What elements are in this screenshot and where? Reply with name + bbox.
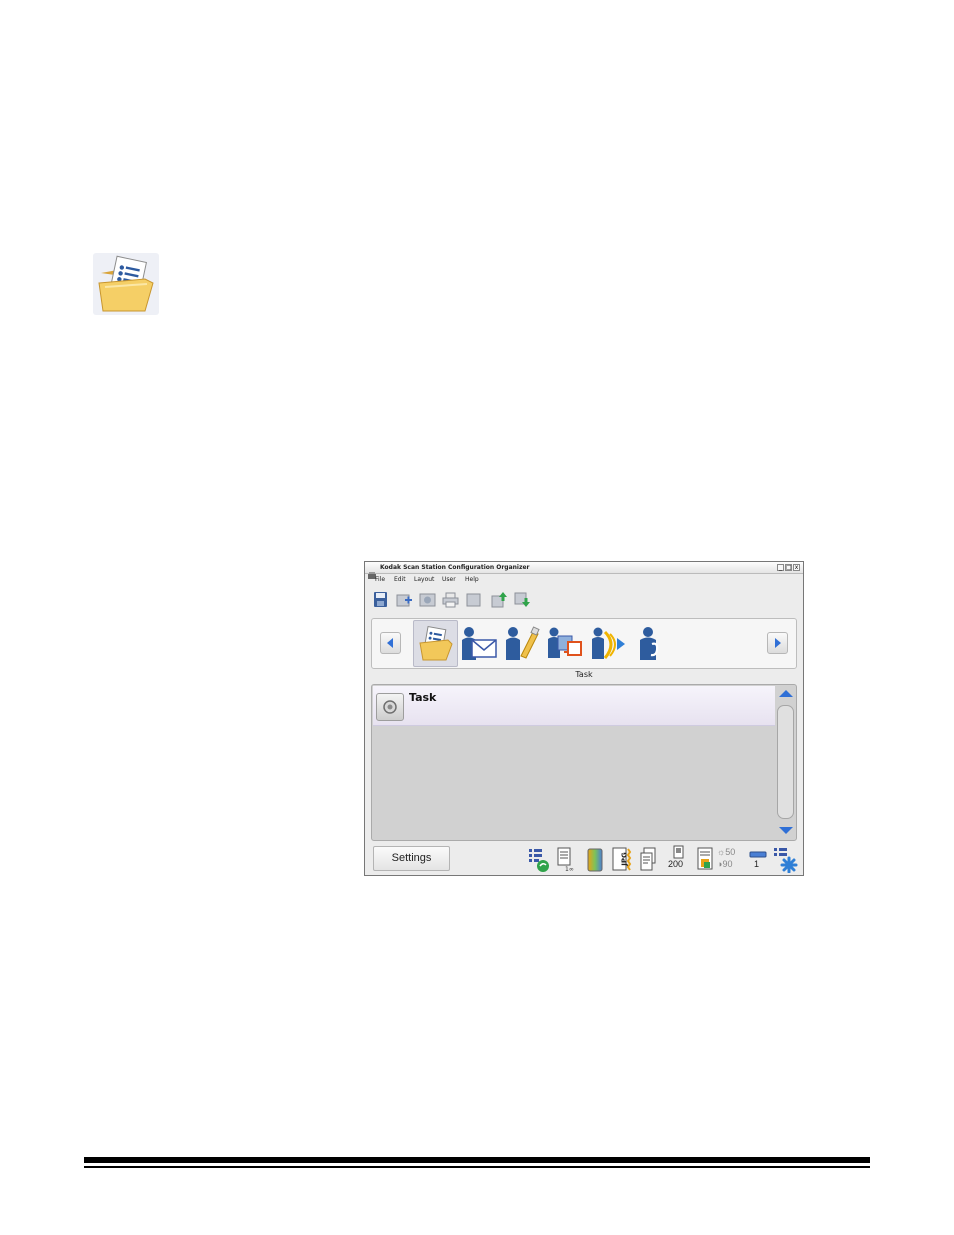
menu-layout[interactable]: Layout xyxy=(414,574,434,585)
usb-user-icon[interactable] xyxy=(501,622,544,665)
menu-file[interactable]: File xyxy=(375,574,385,585)
gear-icon xyxy=(383,700,397,714)
delete-icon[interactable] xyxy=(465,591,482,608)
footer-rule-thin xyxy=(84,1166,870,1168)
minimize-button[interactable]: _ xyxy=(777,564,784,571)
preview-icon[interactable] xyxy=(419,591,436,608)
arrow-down-icon xyxy=(779,827,793,834)
arrow-left-icon xyxy=(387,638,393,648)
scrollbar-track[interactable] xyxy=(777,705,794,819)
fax-user-icon[interactable] xyxy=(587,622,630,665)
svg-text:JPG: JPG xyxy=(621,852,629,867)
configuration-organizer-window: Kodak Scan Station Configuration Organiz… xyxy=(364,561,804,876)
status-bar: Settings 1∞ JPG 200 ☼50 ◑90 1 xyxy=(365,844,803,875)
copies-value: 1 xyxy=(754,859,760,869)
image-adjust-icon[interactable] xyxy=(695,845,715,873)
task-strip xyxy=(371,618,797,669)
arrow-right-icon xyxy=(775,638,781,648)
resolution-value: 200 xyxy=(668,859,684,869)
close-button[interactable]: x xyxy=(793,564,800,571)
scroll-up-button[interactable] xyxy=(776,686,796,701)
task-caption: Task xyxy=(575,670,593,679)
scroll-right-button[interactable] xyxy=(767,632,788,654)
resolution-indicator[interactable]: 200 xyxy=(666,845,692,873)
brightness-icon: ☼ xyxy=(717,847,726,857)
contrast-row: ◑90 xyxy=(717,859,732,869)
window-title: Kodak Scan Station Configuration Organiz… xyxy=(380,564,530,571)
footer-rule-thick xyxy=(84,1157,870,1163)
list-item-label: Task xyxy=(409,691,437,704)
task-folder-icon[interactable] xyxy=(414,622,457,665)
phone-user-icon[interactable] xyxy=(630,622,673,665)
copies-indicator[interactable]: 1 xyxy=(748,845,768,873)
print-icon[interactable] xyxy=(442,591,459,608)
email-user-icon[interactable] xyxy=(458,622,501,665)
task-list: Task xyxy=(371,684,797,841)
import-icon[interactable] xyxy=(514,591,531,608)
settings-button[interactable]: Settings xyxy=(373,846,450,871)
brightness-contrast-indicator[interactable]: ☼50 ◑90 xyxy=(717,847,743,873)
menu-edit[interactable]: Edit xyxy=(394,574,406,585)
maximize-button[interactable]: □ xyxy=(785,564,792,571)
export-icon[interactable] xyxy=(491,591,508,608)
new-configuration-icon[interactable] xyxy=(396,591,413,608)
arrow-up-icon xyxy=(779,690,793,697)
advanced-settings-icon[interactable] xyxy=(773,845,799,874)
printer-user-icon[interactable] xyxy=(544,622,587,665)
document-type-icon[interactable] xyxy=(638,845,658,873)
list-item[interactable]: Task xyxy=(373,686,775,726)
document-duplex-icon[interactable]: 1∞ xyxy=(556,845,576,873)
contrast-value: 90 xyxy=(722,859,733,869)
svg-text:1∞: 1∞ xyxy=(565,866,574,873)
job-setup-icon[interactable] xyxy=(528,845,549,873)
jpg-format-icon[interactable]: JPG xyxy=(610,845,632,873)
save-icon[interactable] xyxy=(372,591,389,608)
menu-bar: File Edit Layout User Help xyxy=(365,574,803,585)
color-mode-icon[interactable] xyxy=(584,845,604,873)
task-folder-icon xyxy=(93,253,159,315)
scroll-down-button[interactable] xyxy=(776,823,796,838)
brightness-value: 50 xyxy=(725,847,736,857)
title-bar[interactable]: Kodak Scan Station Configuration Organiz… xyxy=(365,562,803,579)
menu-user[interactable]: User xyxy=(442,574,456,585)
task-settings-button[interactable] xyxy=(376,693,404,721)
toolbar xyxy=(365,586,803,612)
scanner-icon xyxy=(368,564,376,579)
scroll-left-button[interactable] xyxy=(380,632,401,654)
brightness-row: ☼50 xyxy=(717,847,735,857)
menu-help[interactable]: Help xyxy=(465,574,479,585)
